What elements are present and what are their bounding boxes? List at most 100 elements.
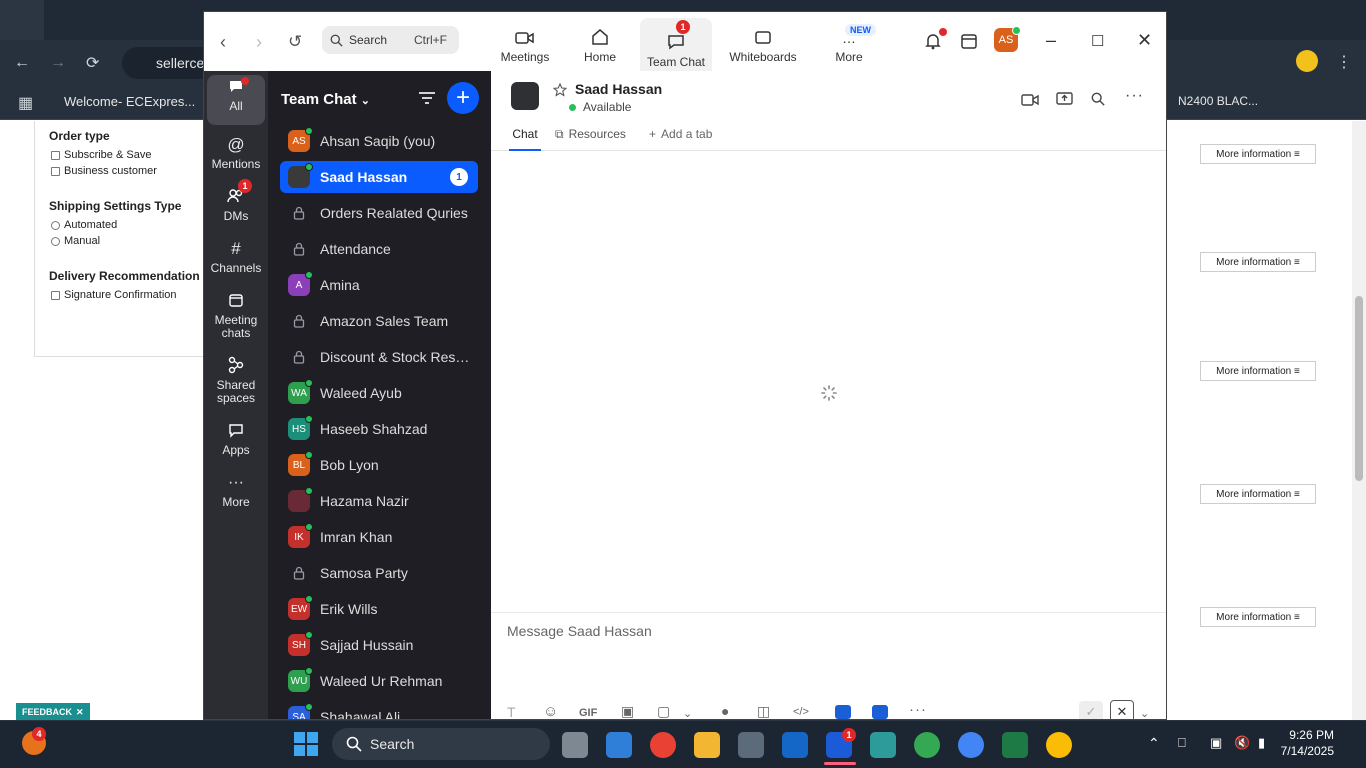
clock[interactable]: 9:26 PM 7/14/2025 <box>1281 727 1334 759</box>
tab-whiteboards[interactable]: Whiteboards <box>728 18 798 66</box>
list-item[interactable]: Hazama Nazir <box>280 485 478 517</box>
tab-resources[interactable]: ⧉ Resources <box>555 127 626 151</box>
taskbar-search[interactable]: Search <box>332 728 550 760</box>
video-message-icon[interactable]: ◫ <box>757 703 770 719</box>
chrome-icon[interactable] <box>650 732 676 758</box>
chevron-down-icon[interactable]: ⌄ <box>1140 707 1149 719</box>
app-icon[interactable] <box>835 705 851 719</box>
share-screen-icon[interactable] <box>1056 91 1073 107</box>
back-icon[interactable]: ‹ <box>220 32 226 53</box>
checkbox-business[interactable]: Business customer <box>51 165 213 177</box>
tab-home[interactable]: Home <box>576 18 624 66</box>
radio-automated[interactable]: Automated <box>51 219 213 231</box>
maximize-icon[interactable]: ☐ <box>1091 32 1104 50</box>
code-icon[interactable]: </> <box>793 706 809 718</box>
checkbox-signature[interactable]: Signature Confirmation <box>51 289 213 301</box>
rail-item-all[interactable]: All <box>207 75 265 125</box>
zoom-search[interactable]: Search Ctrl+F <box>322 26 459 54</box>
profile-avatar[interactable] <box>1296 50 1318 72</box>
list-item[interactable]: Saad Hassan 1 <box>280 161 478 193</box>
calendar-icon[interactable] <box>960 32 978 50</box>
list-item[interactable]: Amazon Sales Team <box>280 305 478 337</box>
more-info-button[interactable]: More information ≡ <box>1200 144 1316 164</box>
tray-chevron-icon[interactable]: ⌃ <box>1148 735 1160 752</box>
chrome-profile-icon[interactable] <box>1046 732 1072 758</box>
list-item[interactable]: BL Bob Lyon <box>280 449 478 481</box>
list-item[interactable]: AS Ahsan Saqib (you) <box>280 125 478 157</box>
chrome-profile-icon[interactable] <box>958 732 984 758</box>
forward-icon[interactable]: → <box>50 54 66 72</box>
rail-item-apps[interactable]: Apps <box>207 419 265 469</box>
more-options-icon[interactable]: ··· <box>1125 87 1144 105</box>
video-call-icon[interactable] <box>1021 93 1039 107</box>
text-format-icon[interactable]: T <box>507 704 516 719</box>
radio-manual[interactable]: Manual <box>51 235 213 247</box>
apps-grid-icon[interactable]: ▦ <box>18 93 33 113</box>
excel-icon[interactable] <box>1002 732 1028 758</box>
list-item[interactable]: HS Haseeb Shahzad <box>280 413 478 445</box>
checkbox-subscribe[interactable]: Subscribe & Save <box>51 149 213 161</box>
add-tab-button[interactable]: + Add a tab <box>649 127 712 151</box>
app-icon[interactable] <box>870 732 896 758</box>
new-chat-button[interactable]: + <box>447 82 479 114</box>
rail-item-mentions[interactable]: @ Mentions <box>207 133 265 183</box>
app-icon[interactable] <box>872 705 888 719</box>
cancel-icon[interactable]: ✕ <box>1110 700 1134 719</box>
rail-item-meeting-chats[interactable]: Meeting chats <box>207 289 265 351</box>
list-item[interactable]: Samosa Party <box>280 557 478 589</box>
display-icon[interactable]: ▣ <box>1210 735 1222 751</box>
scroll-thumb[interactable] <box>1355 296 1363 481</box>
more-info-button[interactable]: More information ≡ <box>1200 361 1316 381</box>
filter-icon[interactable] <box>418 91 436 105</box>
more-info-button[interactable]: More information ≡ <box>1200 252 1316 272</box>
list-item[interactable]: A Amina <box>280 269 478 301</box>
more-tools-icon[interactable]: ··· <box>909 701 927 718</box>
close-icon[interactable]: ✕ <box>1137 30 1152 51</box>
send-check-icon[interactable]: ✓ <box>1079 701 1103 719</box>
network-icon[interactable]: ⎕ <box>1178 735 1186 751</box>
feedback-button[interactable]: FEEDBACK ✕ <box>16 703 90 721</box>
more-info-button[interactable]: More information ≡ <box>1200 484 1316 504</box>
store-icon[interactable] <box>606 732 632 758</box>
calculator-icon[interactable] <box>738 732 764 758</box>
star-icon[interactable] <box>553 83 567 97</box>
file-icon[interactable]: ▣ <box>621 703 634 719</box>
minimize-icon[interactable]: – <box>1046 30 1056 51</box>
history-icon[interactable]: ↺ <box>288 32 302 52</box>
emoji-icon[interactable]: ☺ <box>543 703 558 719</box>
outlook-icon[interactable] <box>782 732 808 758</box>
bookmark-ecexpress[interactable]: Welcome- ECExpres... <box>64 94 195 109</box>
rail-item-channels[interactable]: # Channels <box>207 237 265 287</box>
volume-mute-icon[interactable]: 🔇 <box>1234 735 1250 751</box>
reload-icon[interactable]: ⟳ <box>86 53 99 73</box>
chrome-profile-icon[interactable] <box>914 732 940 758</box>
tab-search-button[interactable] <box>0 0 44 40</box>
message-input[interactable]: Message Saad Hassan <box>507 623 652 639</box>
rail-item-more[interactable]: ··· More <box>207 471 265 521</box>
mic-icon[interactable]: ● <box>721 703 729 719</box>
tab-meetings[interactable]: Meetings <box>500 18 550 66</box>
menu-icon[interactable]: ⋮ <box>1336 52 1352 72</box>
list-item[interactable]: Attendance <box>280 233 478 265</box>
page-scrollbar[interactable] <box>1352 121 1366 720</box>
contact-name[interactable]: Saad Hassan <box>575 81 662 97</box>
list-item[interactable]: SH Sajjad Hussain <box>280 629 478 661</box>
search-icon[interactable] <box>1091 92 1105 106</box>
list-item[interactable]: Discount & Stock Reser... <box>280 341 478 373</box>
close-icon[interactable]: ✕ <box>76 707 84 718</box>
screenshot-icon[interactable]: ▢ <box>657 703 670 719</box>
list-item[interactable]: WA Waleed Ayub <box>280 377 478 409</box>
chevron-down-icon[interactable]: ⌄ <box>683 707 692 719</box>
back-icon[interactable]: ← <box>14 54 30 72</box>
file-explorer-icon[interactable] <box>694 732 720 758</box>
more-info-button[interactable]: More information ≡ <box>1200 607 1316 627</box>
gif-button[interactable]: GIF <box>579 707 597 719</box>
contact-avatar[interactable] <box>511 82 539 110</box>
list-item[interactable]: SA Shahawal Ali <box>280 701 478 719</box>
list-item[interactable]: Orders Realated Quries <box>280 197 478 229</box>
start-button[interactable] <box>294 732 318 756</box>
task-view-icon[interactable] <box>562 732 588 758</box>
list-item[interactable]: WU Waleed Ur Rehman <box>280 665 478 697</box>
tab-chat[interactable]: Chat <box>509 127 541 151</box>
rail-item-shared-spaces[interactable]: Shared spaces <box>207 354 265 416</box>
